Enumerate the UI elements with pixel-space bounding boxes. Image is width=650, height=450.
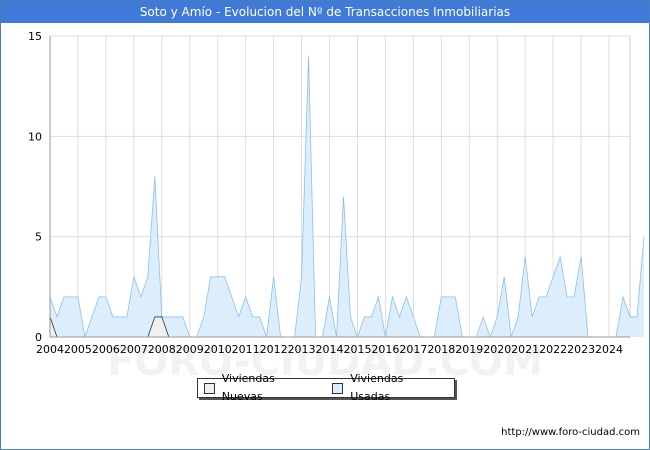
x-tick-label: 2012 (260, 343, 288, 356)
x-tick-label: 2009 (176, 343, 204, 356)
legend: Viviendas Nuevas Viviendas Usadas (197, 372, 455, 403)
legend-label-usadas: Viviendas Usadas (350, 372, 404, 403)
y-tick-label: 10 (28, 130, 42, 143)
x-tick-label: 2021 (511, 343, 539, 356)
x-tick-label: 2011 (232, 343, 260, 356)
legend-item-nuevas: Viviendas Nuevas (198, 370, 316, 406)
x-tick-label: 2024 (595, 343, 623, 356)
legend-item-usadas: Viviendas Usadas (326, 370, 444, 406)
legend-swatch-nuevas (204, 382, 215, 394)
x-tick-label: 2016 (371, 343, 399, 356)
source-link[interactable]: http://www.foro-ciudad.com (501, 427, 640, 438)
x-tick-label: 2018 (427, 343, 455, 356)
y-tick-label: 5 (35, 231, 42, 244)
x-tick-label: 2020 (483, 343, 511, 356)
legend-label-nuevas: Viviendas Nuevas (221, 372, 275, 403)
x-tick-label: 2022 (539, 343, 567, 356)
x-tick-label: 2023 (567, 343, 595, 356)
x-tick-label: 2015 (343, 343, 371, 356)
x-tick-label: 2010 (204, 343, 232, 356)
x-tick-label: 2019 (455, 343, 483, 356)
x-tick-label: 2007 (120, 343, 148, 356)
x-tick-label: 2006 (92, 343, 120, 356)
x-tick-label: 2005 (64, 343, 92, 356)
x-tick-label: 2004 (36, 343, 64, 356)
x-tick-label: 2013 (288, 343, 316, 356)
x-tick-label: 2008 (148, 343, 176, 356)
legend-swatch-usadas (332, 382, 344, 394)
x-tick-label: 2014 (316, 343, 344, 356)
y-tick-label: 15 (28, 30, 42, 43)
x-tick-label: 2017 (399, 343, 427, 356)
